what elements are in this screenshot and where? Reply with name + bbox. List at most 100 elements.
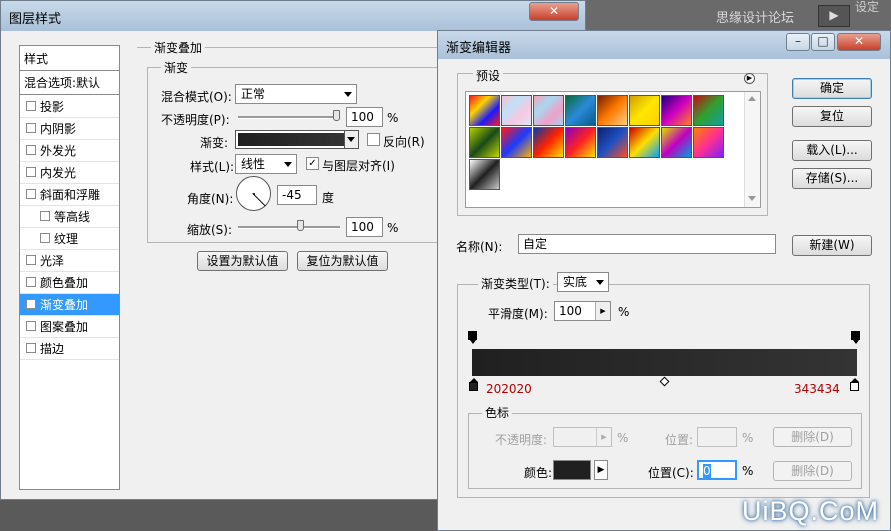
style-item[interactable]: 斜面和浮雕 — [20, 184, 119, 206]
preset-swatch[interactable] — [533, 95, 564, 126]
close-button[interactable]: ✕ — [529, 2, 579, 21]
maximize-button[interactable]: □ — [811, 33, 835, 51]
gradient-editor-title: 渐变编辑器 — [446, 41, 512, 56]
style-item[interactable]: 外发光 — [20, 140, 119, 162]
stop-color-swatch[interactable] — [553, 460, 591, 480]
preset-swatch[interactable] — [469, 127, 500, 158]
style-item-checkbox[interactable] — [40, 233, 50, 243]
reverse-checkbox[interactable] — [367, 133, 380, 146]
color-stop-right[interactable] — [850, 378, 859, 391]
style-item-checkbox[interactable] — [26, 343, 36, 353]
opacity-location-input[interactable] — [697, 427, 737, 447]
preset-swatch[interactable] — [661, 127, 692, 158]
smoothness-arrow-icon[interactable]: ▶ — [595, 302, 610, 320]
reset-default-button[interactable]: 复位为默认值 — [297, 251, 388, 271]
preset-swatch[interactable] — [469, 95, 500, 126]
preset-swatch[interactable] — [661, 95, 692, 126]
preset-swatch[interactable] — [533, 127, 564, 158]
preset-swatch[interactable] — [469, 159, 500, 190]
style-item-checkbox[interactable]: ✓ — [26, 299, 36, 309]
align-with-layer-checkbox[interactable]: ✓ — [306, 157, 319, 170]
style-item[interactable]: 颜色叠加 — [20, 272, 119, 294]
reverse-label: 反向(R) — [383, 135, 425, 149]
style-item[interactable]: 内阴影 — [20, 118, 119, 140]
preset-swatch[interactable] — [597, 95, 628, 126]
style-item-checkbox[interactable] — [26, 123, 36, 133]
angle-unit: 度 — [322, 191, 335, 205]
presets-menu-icon[interactable]: ▶ — [744, 73, 755, 84]
close-button[interactable]: ✕ — [837, 33, 881, 51]
style-select[interactable]: 线性 — [235, 154, 297, 174]
minimize-button[interactable]: – — [786, 33, 810, 51]
delete-color-stop-button[interactable]: 删除(D) — [773, 461, 852, 481]
style-item[interactable]: 光泽 — [20, 250, 119, 272]
ok-button[interactable]: 确定 — [792, 78, 872, 99]
angle-input[interactable]: -45 — [277, 185, 317, 205]
smoothness-unit: % — [618, 305, 630, 319]
preset-swatch[interactable] — [693, 95, 724, 126]
style-item-checkbox[interactable] — [26, 101, 36, 111]
gradient-type-select[interactable]: 实底 — [557, 272, 609, 292]
stop-opacity-arrow-icon[interactable]: ▶ — [596, 428, 611, 446]
opacity-slider[interactable] — [238, 116, 340, 119]
style-item-checkbox[interactable] — [26, 189, 36, 199]
angle-dial[interactable] — [236, 176, 271, 211]
style-item[interactable]: 描边 — [20, 338, 119, 360]
style-item-label: 外发光 — [40, 144, 77, 158]
blend-mode-select[interactable]: 正常 — [235, 84, 357, 104]
style-item-checkbox[interactable] — [26, 167, 36, 177]
opacity-stop-right[interactable] — [851, 331, 860, 344]
scale-input[interactable]: 100 — [346, 217, 383, 237]
stop-opacity-unit: % — [617, 431, 629, 445]
blend-options-item[interactable]: 混合选项:默认 — [20, 72, 119, 95]
reset-button[interactable]: 复位 — [792, 106, 872, 127]
style-item[interactable]: 图案叠加 — [20, 316, 119, 338]
color-location-input[interactable]: 0 — [697, 460, 737, 480]
scroll-down-icon[interactable] — [748, 196, 756, 201]
presets-scrollbar[interactable] — [744, 92, 760, 207]
name-input[interactable]: 自定 — [518, 234, 776, 254]
gradient-dropdown[interactable] — [344, 131, 358, 148]
style-item-checkbox[interactable] — [26, 145, 36, 155]
opacity-input[interactable]: 100 — [346, 107, 383, 127]
style-item-checkbox[interactable] — [26, 277, 36, 287]
gradient-picker[interactable] — [235, 130, 359, 149]
preset-swatch[interactable] — [565, 127, 596, 158]
scroll-up-icon[interactable] — [748, 96, 756, 101]
style-item[interactable]: 投影 — [20, 96, 119, 118]
preset-swatch[interactable] — [597, 127, 628, 158]
preset-swatch[interactable] — [629, 95, 660, 126]
scale-unit: % — [387, 221, 399, 235]
style-item[interactable]: 等高线 — [20, 206, 119, 228]
stop-opacity-input[interactable]: ▶ — [553, 427, 612, 447]
styles-header[interactable]: 样式 — [20, 47, 119, 71]
color-stop-left[interactable] — [469, 378, 478, 391]
style-item[interactable]: 纹理 — [20, 228, 119, 250]
color-location-unit: % — [742, 464, 754, 478]
style-item[interactable]: 内发光 — [20, 162, 119, 184]
style-item-checkbox[interactable] — [26, 255, 36, 265]
save-button[interactable]: 存储(S)... — [792, 168, 872, 189]
color-location-label: 位置(C): — [648, 466, 694, 480]
load-button[interactable]: 载入(L)... — [792, 140, 872, 161]
scale-slider[interactable] — [238, 226, 340, 229]
opacity-stop-left[interactable] — [468, 331, 477, 344]
scale-slider-thumb[interactable] — [297, 220, 304, 231]
preset-swatch[interactable] — [693, 127, 724, 158]
opacity-slider-thumb[interactable] — [333, 110, 340, 121]
style-item[interactable]: ✓ 渐变叠加 — [20, 294, 119, 316]
delete-opacity-stop-button[interactable]: 删除(D) — [773, 427, 852, 447]
style-item-label: 光泽 — [40, 254, 65, 268]
color-menu-arrow-icon[interactable]: ▶ — [594, 460, 608, 480]
preset-swatch[interactable] — [629, 127, 660, 158]
style-item-checkbox[interactable] — [40, 211, 50, 221]
minimize-icon: – — [795, 34, 801, 48]
smoothness-input[interactable]: 100 ▶ — [554, 301, 611, 321]
set-default-button[interactable]: 设置为默认值 — [197, 251, 288, 271]
new-button[interactable]: 新建(W) — [792, 235, 872, 256]
preset-swatch[interactable] — [501, 127, 532, 158]
preset-swatch[interactable] — [565, 95, 596, 126]
gradient-bar[interactable] — [472, 349, 857, 376]
preset-swatch[interactable] — [501, 95, 532, 126]
style-item-checkbox[interactable] — [26, 321, 36, 331]
